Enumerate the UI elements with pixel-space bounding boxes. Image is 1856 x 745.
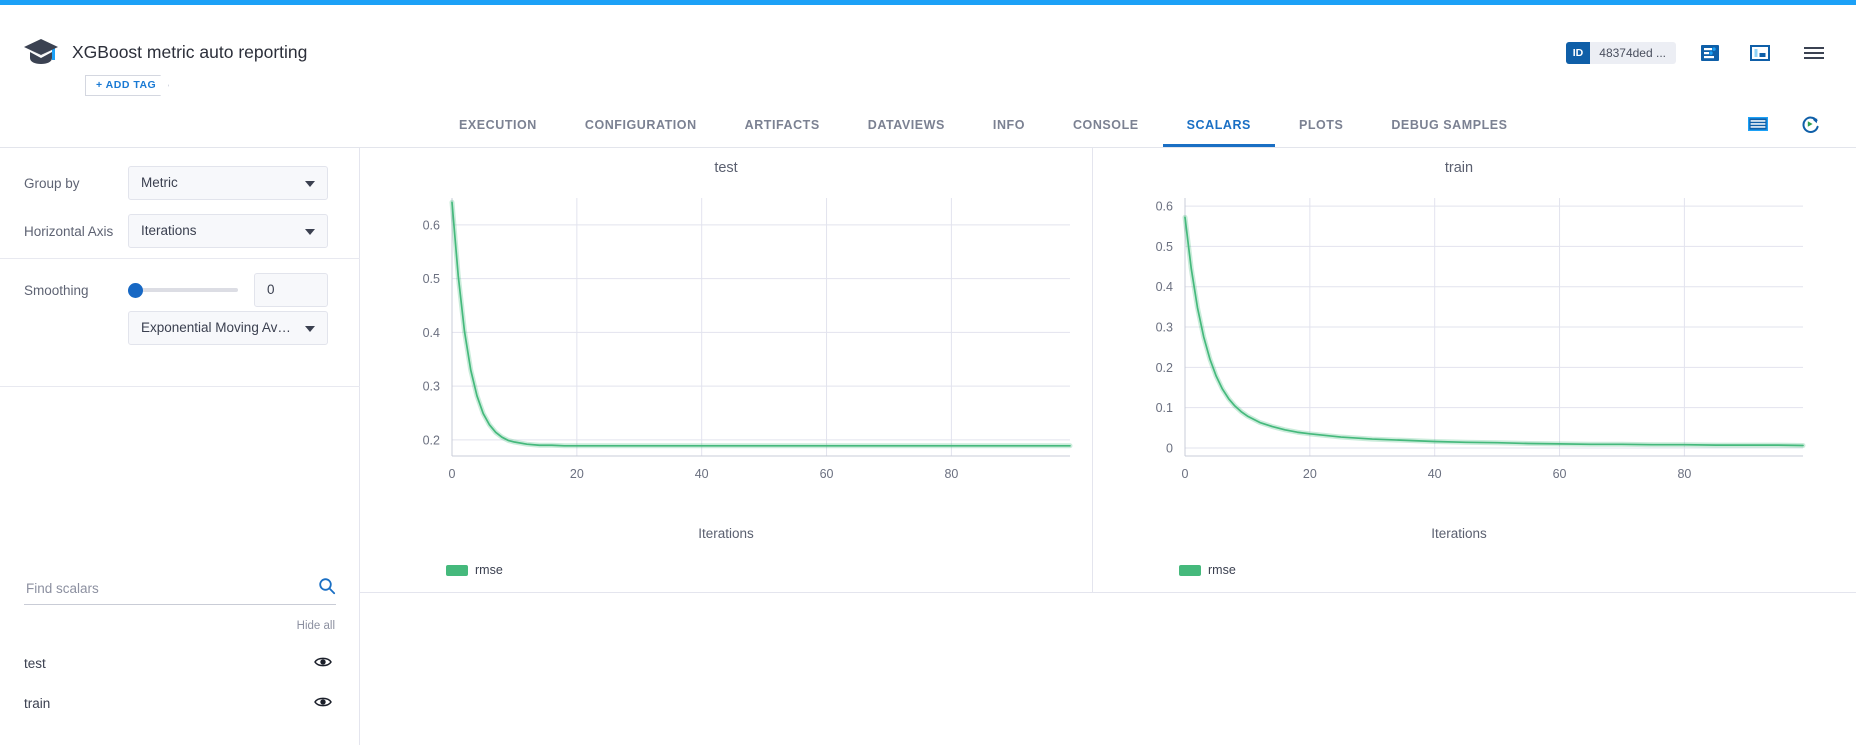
graduation-cap-icon (22, 35, 60, 69)
auto-refresh-icon[interactable] (1796, 110, 1824, 138)
svg-text:0.3: 0.3 (423, 380, 440, 394)
eye-visible-icon[interactable] (314, 695, 332, 711)
svg-text:40: 40 (1428, 467, 1442, 481)
scalar-name: train (0, 696, 50, 711)
group-by-row: Group by Metric (0, 166, 360, 200)
tab-console[interactable]: CONSOLE (1049, 100, 1163, 147)
group-by-label: Group by (0, 176, 128, 191)
horizontal-axis-select[interactable]: Iterations (128, 214, 328, 248)
chart-title: test (360, 160, 1092, 176)
search-input[interactable] (24, 580, 318, 597)
scalar-list-item-test[interactable]: test (0, 643, 360, 683)
x-axis-title: Iterations (360, 526, 1092, 541)
horizontal-axis-label: Horizontal Axis (0, 224, 128, 239)
id-value: 48374ded ... (1590, 42, 1676, 64)
slider-thumb[interactable] (128, 283, 143, 298)
svg-text:80: 80 (1677, 467, 1691, 481)
svg-text:0.4: 0.4 (1156, 280, 1173, 294)
svg-text:20: 20 (570, 467, 584, 481)
group-by-select[interactable]: Metric (128, 166, 328, 200)
search-icon[interactable] (318, 577, 336, 600)
scalar-charts-area: test 0.2 0.3 0.4 0.5 0.6 0 20 40 60 80 Iterations… (360, 148, 1856, 593)
log-view-icon[interactable] (1696, 39, 1724, 67)
horizontal-axis-row: Horizontal Axis Iterations (0, 214, 360, 248)
chart-legend[interactable]: rmse (1179, 563, 1236, 577)
chart-card-test: test 0.2 0.3 0.4 0.5 0.6 0 20 40 60 80 Iterations… (360, 148, 1092, 593)
scalar-list-item-train[interactable]: train (0, 683, 360, 723)
svg-text:0.6: 0.6 (1156, 200, 1173, 214)
tab-list: EXECUTION CONFIGURATION ARTIFACTS DATAVI… (435, 100, 1532, 147)
svg-text:0.4: 0.4 (423, 326, 440, 340)
smoothing-algorithm-select[interactable]: Exponential Moving Av… (128, 311, 328, 345)
svg-text:60: 60 (820, 467, 834, 481)
svg-text:0.1: 0.1 (1156, 401, 1173, 415)
tab-scalars[interactable]: SCALARS (1163, 100, 1275, 147)
svg-text:0.3: 0.3 (1156, 321, 1173, 335)
chart-card-train: train 0 0.1 0.2 0.3 0.4 0.5 0.6 0 20 40 60 80 Itera… (1092, 148, 1824, 593)
add-tag-button[interactable]: + ADD TAG (85, 75, 169, 96)
x-axis-title: Iterations (1093, 526, 1825, 541)
svg-text:0: 0 (1166, 441, 1173, 455)
page-header: XGBoost metric auto reporting + ADD TAG … (0, 5, 1856, 100)
table-view-icon[interactable] (1744, 110, 1772, 138)
svg-text:80: 80 (944, 467, 958, 481)
line-chart-train[interactable]: 0 0.1 0.2 0.3 0.4 0.5 0.6 0 20 40 60 80 (1093, 184, 1825, 504)
smoothing-label: Smoothing (0, 283, 128, 298)
chart-legend[interactable]: rmse (446, 563, 503, 577)
smoothing-value-input[interactable]: 0 (254, 273, 328, 307)
legend-swatch-rmse (446, 565, 468, 576)
sidebar-divider (0, 258, 360, 259)
panel-layout-icon[interactable] (1746, 39, 1774, 67)
svg-text:40: 40 (695, 467, 709, 481)
line-chart-test[interactable]: 0.2 0.3 0.4 0.5 0.6 0 20 40 60 80 (360, 184, 1092, 504)
svg-text:0: 0 (1182, 467, 1189, 481)
svg-text:0.5: 0.5 (1156, 240, 1173, 254)
chevron-down-icon (305, 229, 315, 235)
legend-label-rmse: rmse (475, 563, 503, 577)
tab-plots[interactable]: PLOTS (1275, 100, 1367, 147)
svg-text:0: 0 (449, 467, 456, 481)
find-scalars-field[interactable] (24, 573, 336, 605)
smoothing-row: Smoothing 0 (0, 273, 360, 307)
page-title: XGBoost metric auto reporting (72, 42, 307, 63)
chevron-down-icon (305, 326, 315, 332)
eye-visible-icon[interactable] (314, 655, 332, 671)
sidebar-divider-2 (0, 386, 360, 387)
legend-swatch-rmse (1179, 565, 1201, 576)
legend-label-rmse: rmse (1208, 563, 1236, 577)
task-id-chip[interactable]: ID 48374ded ... (1566, 42, 1676, 64)
tab-configuration[interactable]: CONFIGURATION (561, 100, 721, 147)
slider-track (128, 288, 238, 292)
svg-text:0.2: 0.2 (1156, 361, 1173, 375)
svg-text:20: 20 (1303, 467, 1317, 481)
tab-info[interactable]: INFO (969, 100, 1049, 147)
scalars-sidebar: Group by Metric Horizontal Axis Iteratio… (0, 148, 360, 745)
hamburger-menu-icon[interactable] (1800, 39, 1828, 67)
svg-text:0.5: 0.5 (423, 272, 440, 286)
svg-text:0.6: 0.6 (423, 218, 440, 232)
tab-debug-samples[interactable]: DEBUG SAMPLES (1367, 100, 1531, 147)
smoothing-algorithm-row: Exponential Moving Av… (0, 311, 360, 345)
chevron-down-icon (305, 181, 315, 187)
smoothing-algorithm-value: Exponential Moving Av… (141, 320, 291, 335)
svg-text:60: 60 (1553, 467, 1567, 481)
tab-execution[interactable]: EXECUTION (435, 100, 561, 147)
scalar-name: test (0, 656, 46, 671)
tab-bar: EXECUTION CONFIGURATION ARTIFACTS DATAVI… (0, 100, 1856, 148)
group-by-value: Metric (141, 175, 178, 190)
tab-dataviews[interactable]: DATAVIEWS (844, 100, 969, 147)
chart-title: train (1093, 160, 1825, 176)
tab-artifacts[interactable]: ARTIFACTS (721, 100, 844, 147)
id-label: ID (1566, 42, 1591, 64)
horizontal-axis-value: Iterations (141, 223, 197, 238)
svg-text:0.2: 0.2 (423, 433, 440, 447)
hide-all-button[interactable]: Hide all (297, 620, 335, 632)
smoothing-slider[interactable] (128, 280, 238, 300)
